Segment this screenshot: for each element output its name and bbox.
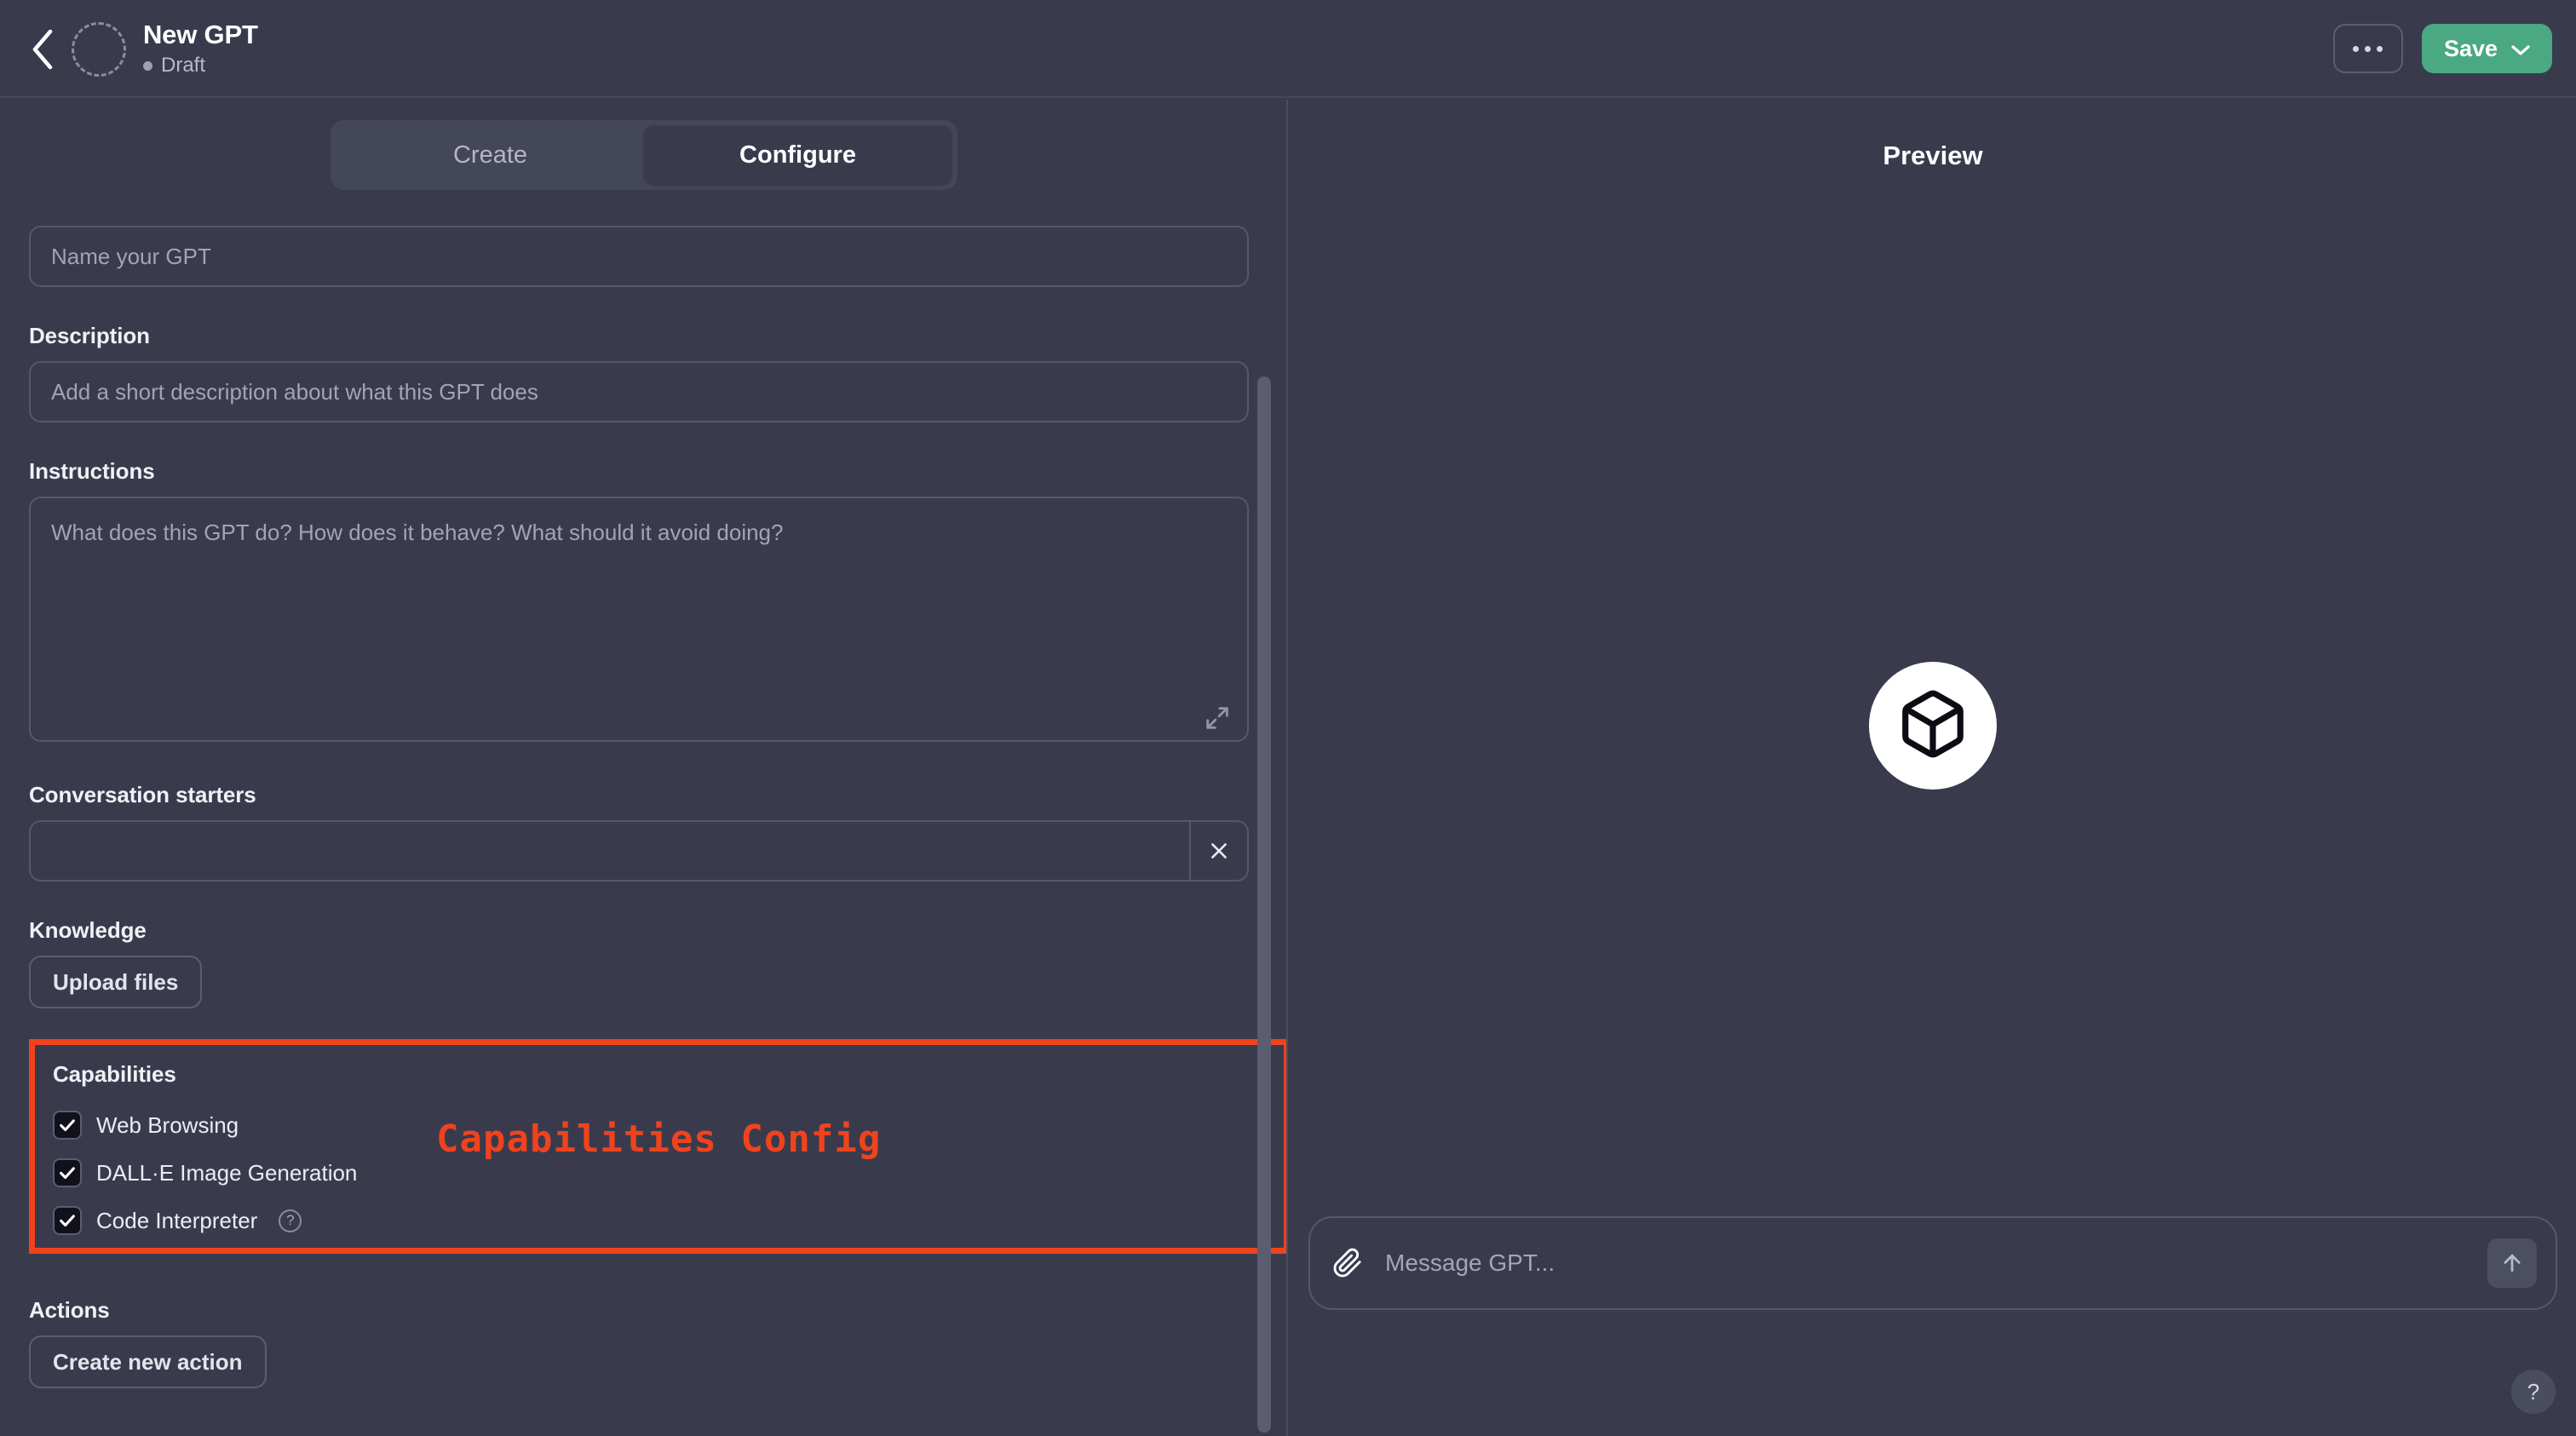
cube-icon [1896,687,1969,765]
instructions-label: Instructions [29,458,155,484]
expand-diagonal-icon[interactable] [1203,704,1232,732]
ellipsis-icon-dot [2365,45,2372,52]
capabilities-section: Capabilities Web Browsing DALL·E Image G… [29,1039,1286,1267]
gpt-name-input[interactable] [29,226,1249,287]
gpt-avatar[interactable] [72,22,126,77]
checkbox-checked-icon[interactable] [53,1158,82,1187]
capability-label: Web Browsing [96,1111,239,1138]
paperclip-icon[interactable] [1329,1244,1366,1282]
capability-label: DALL·E Image Generation [96,1159,358,1186]
tab-configure[interactable]: Configure [644,126,952,184]
tab-create[interactable]: Create [336,126,644,184]
save-button-label: Save [2443,35,2498,61]
instructions-field [29,497,1249,746]
more-options-button[interactable] [2332,24,2403,73]
checkbox-checked-icon[interactable] [53,1206,82,1235]
help-button[interactable]: ? [2511,1370,2556,1414]
close-x-icon[interactable] [1189,822,1247,880]
save-button[interactable]: Save [2421,24,2552,73]
ellipsis-icon-dot [2377,45,2383,52]
top-bar-actions: Save [2332,24,2552,73]
arrow-up-icon [2504,1254,2521,1272]
instructions-textarea[interactable] [29,497,1249,742]
configure-panel: Create Configure Description Instruction… [0,100,1288,1436]
back-button[interactable] [19,26,66,73]
gpt-title-block: New GPT Draft [143,19,258,78]
conversation-starter-row [29,820,1249,882]
send-message-button[interactable] [2487,1238,2537,1288]
chevron-down-icon [2511,36,2530,62]
builder-tabs: Create Configure [331,120,957,190]
conversation-starter-input[interactable] [31,822,1189,880]
description-label: Description [29,323,150,348]
capability-label: Code Interpreter [96,1207,258,1233]
description-input[interactable] [29,361,1249,422]
knowledge-label: Knowledge [29,917,147,943]
help-question-icon[interactable]: ? [279,1209,302,1232]
status-label: Draft [161,54,206,77]
scrollbar-thumb[interactable] [1257,376,1271,1433]
top-bar: New GPT Draft Save [0,0,2576,98]
message-composer [1308,1216,2557,1310]
preview-title: Preview [1883,141,1983,170]
page-title: New GPT [143,20,258,49]
checkbox-checked-icon[interactable] [53,1111,82,1140]
conversation-starters-label: Conversation starters [29,782,256,807]
upload-files-button[interactable]: Upload files [29,956,203,1008]
capabilities-label: Capabilities [53,1061,176,1087]
status-dot-icon [143,60,152,71]
gpt-builder-window: New GPT Draft Save Create Configure Name… [0,0,2576,1436]
left-panel-scrollbar[interactable] [1257,376,1271,1433]
gpt-logo-placeholder [1869,662,1997,790]
configure-form: Description Instructions Conversat [29,226,1286,1388]
preview-panel: Preview Message GPT... ? [1290,100,2576,1436]
status-badge: Draft [143,54,258,78]
create-new-action-button[interactable]: Create new action [29,1335,267,1388]
ellipsis-icon-dot [2353,45,2360,52]
actions-label: Actions [29,1297,110,1323]
capability-code-interpreter[interactable]: Code Interpreter ? [53,1197,1225,1244]
chevron-left-icon [30,28,55,71]
annotation-label: Capabilities Config [436,1117,882,1161]
message-input[interactable] [1366,1249,2487,1277]
